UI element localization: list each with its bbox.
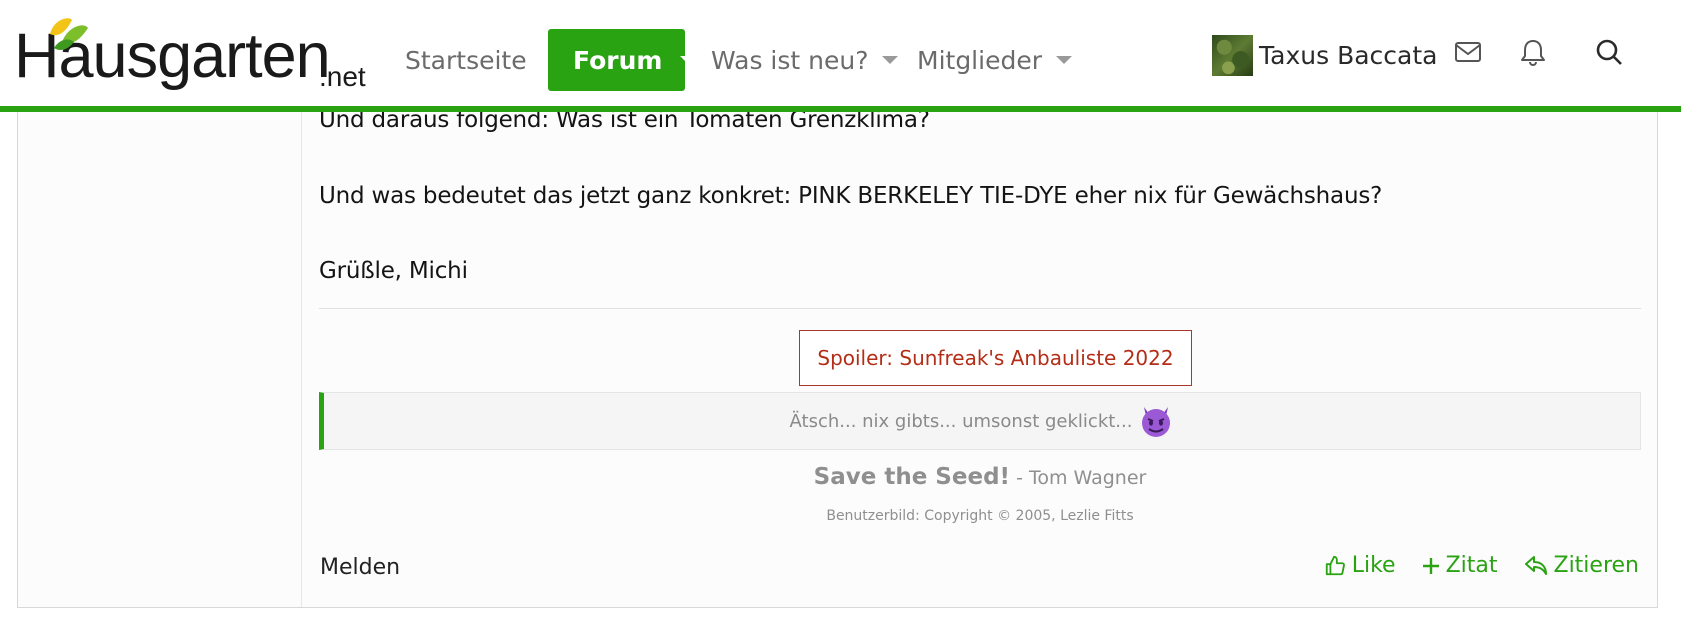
nav-members[interactable]: Mitglieder [917,29,1072,91]
username: Taxus Baccata [1259,41,1438,70]
chevron-down-icon[interactable] [1056,56,1072,64]
reply-quote-button[interactable]: Zitieren [1524,553,1640,578]
search-icon[interactable] [1595,38,1623,66]
reply-label: Zitieren [1553,553,1640,578]
nav-whats-new[interactable]: Was ist neu? [711,29,899,91]
user-menu[interactable]: Taxus Baccata [1212,35,1437,76]
reply-icon [1524,555,1547,575]
nav-whats-new-label: Was ist neu? [711,45,869,75]
smiling-devil-icon [1138,403,1174,439]
post-text-line: Und was bedeutet das jetzt ganz konkret:… [319,183,1383,209]
thumbs-up-icon [1325,555,1345,575]
post-user-column [18,105,302,607]
report-link[interactable]: Melden [320,555,400,580]
signature-copyright: Benutzerbild: Copyright © 2005, Lezlie F… [826,508,1134,524]
forum-post: Und daraus folgend: Was ist ein Tomaten … [17,105,1658,608]
chevron-down-icon[interactable] [882,56,899,64]
signature-line: Save the Seed! - Tom Wagner [319,464,1641,490]
envelope-icon[interactable] [1454,38,1482,66]
site-logo[interactable]: Hausgarten .net [14,14,374,100]
like-label: Like [1351,553,1396,578]
leaf-logo-icon [50,18,88,50]
spoiler-button[interactable]: Spoiler: Sunfreak's Anbauliste 2022 [799,330,1192,386]
post-text-line: Grüßle, Michi [319,258,468,284]
nav-forum-label: Forum [573,45,663,75]
chevron-down-icon[interactable] [680,56,697,64]
nav-members-label: Mitglieder [917,45,1042,75]
post-actions: Like Zitat Zitieren [1324,553,1639,578]
multi-quote-button[interactable]: Zitat [1422,553,1498,578]
logo-suffix-text: .net [319,61,366,92]
plus-icon [1422,557,1439,574]
quote-label: Zitat [1445,553,1498,578]
nav-forum[interactable]: Forum [548,29,697,91]
signature-motto: Save the Seed! [813,464,1011,490]
bell-icon[interactable] [1520,38,1546,66]
spoiler-content-quote: Ätsch... nix gibts... umsonst geklickt..… [319,392,1641,450]
signature-divider [319,308,1641,309]
avatar [1212,35,1253,76]
nav-home[interactable]: Startseite [405,29,527,91]
site-header: Hausgarten .net Startseite Forum Was ist… [0,0,1681,112]
quote-text: Ätsch... nix gibts... umsonst geklickt..… [789,410,1133,432]
signature-author: - Tom Wagner [1010,467,1147,489]
like-button[interactable]: Like [1324,553,1396,578]
